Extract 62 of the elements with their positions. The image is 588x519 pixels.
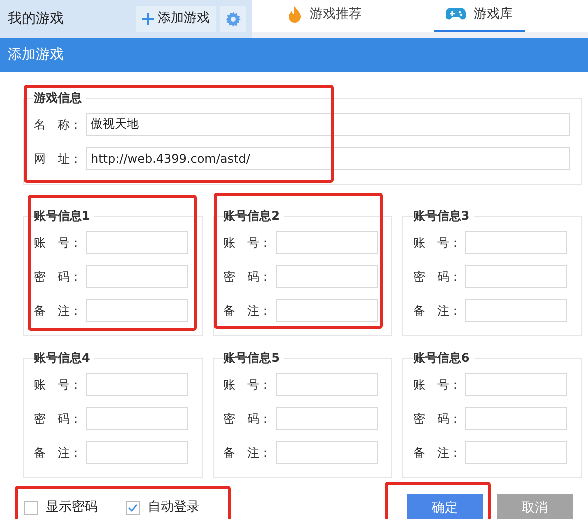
flame-icon bbox=[288, 6, 302, 24]
field-label: 备 注： bbox=[34, 302, 83, 320]
field-label: 密 码： bbox=[413, 268, 462, 286]
field-label: 网 址： bbox=[34, 150, 83, 168]
input-field[interactable] bbox=[86, 441, 188, 464]
input-field[interactable] bbox=[86, 265, 188, 288]
section-title: 账号信息4 bbox=[34, 350, 92, 367]
app-title: 我的游戏 bbox=[8, 10, 64, 28]
input-field[interactable]: 傲视天地 bbox=[86, 113, 570, 136]
section-title: 账号信息5 bbox=[224, 350, 282, 367]
section-title: 账号信息2 bbox=[224, 208, 282, 225]
input-field[interactable] bbox=[276, 373, 378, 396]
input-field[interactable] bbox=[276, 231, 378, 254]
field-label: 账 号： bbox=[34, 376, 83, 394]
input-field[interactable] bbox=[465, 231, 568, 254]
dialog-title: 添加游戏 bbox=[8, 46, 64, 64]
add-game-button[interactable]: 添加游戏 bbox=[136, 6, 216, 32]
field-label: 密 码： bbox=[34, 410, 83, 428]
settings-icon bbox=[226, 12, 240, 26]
section-title: 账号信息3 bbox=[413, 208, 471, 225]
input-field[interactable] bbox=[465, 299, 568, 322]
checkbox[interactable] bbox=[24, 500, 38, 515]
section-title: 账号信息1 bbox=[34, 208, 92, 225]
checkbox[interactable] bbox=[126, 500, 140, 515]
input-field[interactable] bbox=[465, 441, 568, 464]
input-field[interactable] bbox=[86, 231, 188, 254]
input-field[interactable] bbox=[465, 407, 568, 430]
field-label: 备 注： bbox=[34, 444, 83, 462]
input-field[interactable] bbox=[86, 373, 188, 396]
input-field[interactable] bbox=[86, 407, 188, 430]
input-field[interactable] bbox=[276, 299, 378, 322]
gamepad-icon bbox=[446, 8, 466, 22]
input-field[interactable] bbox=[86, 299, 188, 322]
section-title: 游戏信息 bbox=[34, 90, 83, 107]
field-label: 账 号： bbox=[413, 234, 462, 252]
field-label: 密 码： bbox=[413, 410, 462, 428]
input-field[interactable] bbox=[276, 407, 378, 430]
field-label: 备 注： bbox=[413, 302, 462, 320]
field-label: 账 号： bbox=[224, 234, 273, 252]
checkbox-label: 显示密码 bbox=[46, 499, 98, 517]
field-label: 备 注： bbox=[413, 444, 462, 462]
field-label: 账 号： bbox=[224, 376, 273, 394]
settings-button[interactable] bbox=[220, 6, 246, 32]
field-label: 密 码： bbox=[224, 268, 273, 286]
plus-icon bbox=[142, 13, 154, 25]
input-field[interactable] bbox=[276, 441, 378, 464]
input-field[interactable] bbox=[465, 265, 568, 288]
input-field[interactable]: http://web.4399.com/astd/ bbox=[86, 147, 570, 170]
checkbox-label: 自动登录 bbox=[148, 499, 200, 517]
field-label: 名 称： bbox=[34, 116, 83, 134]
field-label: 密 码： bbox=[224, 410, 273, 428]
field-label: 账 号： bbox=[34, 234, 83, 252]
tab[interactable]: 游戏推荐 bbox=[276, 0, 374, 32]
check-icon bbox=[128, 504, 138, 512]
field-label: 密 码： bbox=[34, 268, 83, 286]
section-title: 账号信息6 bbox=[413, 350, 471, 367]
input-field[interactable] bbox=[465, 373, 568, 396]
field-label: 备 注： bbox=[224, 302, 273, 320]
field-label: 账 号： bbox=[413, 376, 462, 394]
confirm-button[interactable]: 确定 bbox=[407, 494, 483, 519]
input-field[interactable] bbox=[276, 265, 378, 288]
field-label: 备 注： bbox=[224, 444, 273, 462]
